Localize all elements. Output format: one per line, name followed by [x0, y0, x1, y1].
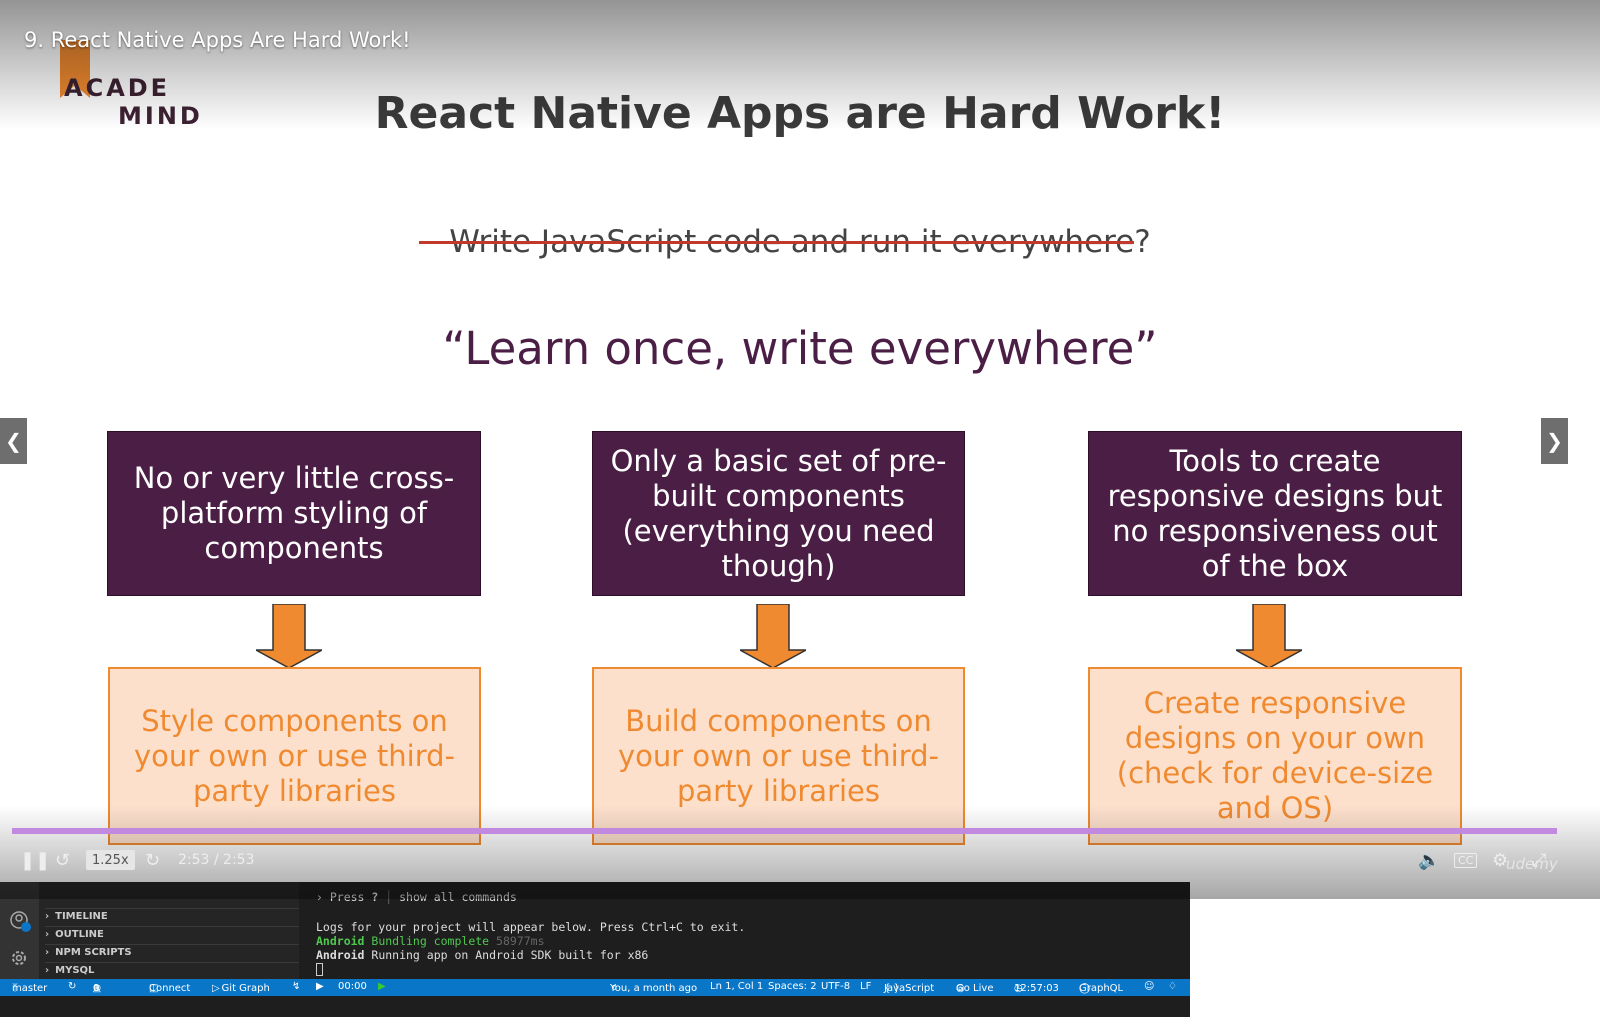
sidebar-item-mysql[interactable]: › MYSQL: [45, 962, 299, 978]
rewind-icon[interactable]: ↺: [55, 845, 70, 875]
sidebar-item-npm-scripts[interactable]: › NPM SCRIPTS: [45, 944, 299, 960]
down-arrow-icon: [1236, 604, 1302, 668]
struck-text: Write JavaScript code and run it everywh…: [419, 224, 1135, 260]
chevron-right-icon: ›: [45, 947, 50, 958]
terminal-cursor: [316, 963, 323, 976]
progress-bar[interactable]: [12, 828, 1557, 834]
prev-lecture-button[interactable]: ❮: [0, 418, 27, 464]
chevron-right-icon: ›: [45, 929, 50, 940]
sidebar-item-label: OUTLINE: [55, 929, 104, 940]
manage-gear-icon[interactable]: [9, 948, 29, 968]
feedback-icon[interactable]: ☺: [1144, 981, 1154, 992]
speed-button[interactable]: 1.25x: [86, 850, 135, 870]
sync-icon[interactable]: ↻: [68, 981, 76, 992]
chevron-right-icon: ›: [45, 965, 50, 976]
play-icon[interactable]: ▶: [316, 981, 324, 992]
sidebar-item-label: MYSQL: [55, 965, 95, 976]
terminal-log-line: Logs for your project will appear below.…: [316, 920, 746, 934]
run-icon[interactable]: ▶: [378, 981, 386, 992]
slide-title: React Native Apps are Hard Work!: [374, 88, 1226, 139]
problem-box-1: No or very little cross-platform styling…: [107, 431, 481, 596]
down-arrow-icon: [740, 604, 806, 668]
activity-bar: [0, 882, 39, 979]
blank-area: [1190, 882, 1600, 1017]
problem-box-3: Tools to create responsive designs but n…: [1088, 431, 1462, 596]
captions-icon[interactable]: CC: [1454, 845, 1478, 875]
solution-box-3: Create responsive designs on your own (c…: [1088, 667, 1462, 845]
terminal-running-line: Android Running app on Android SDK built…: [316, 948, 649, 962]
timer-status[interactable]: 00:00: [338, 981, 367, 992]
control-bar: ❚❚ ↺ 1.25x ↻ 2:53 / 2:53 🔈 CC ⚙ udemy ⤢: [0, 845, 1600, 875]
play-outline-icon: ▷: [212, 983, 220, 994]
git-graph-status[interactable]: ▷ Git Graph: [212, 981, 270, 994]
struck-line: Write JavaScript code and run it everywh…: [0, 224, 1600, 260]
problem-box-2: Only a basic set of pre-built components…: [592, 431, 965, 596]
account-icon[interactable]: [9, 910, 31, 932]
cursor-position[interactable]: Ln 1, Col 1: [710, 981, 763, 992]
lightning-icon[interactable]: ↯: [292, 981, 300, 992]
chevron-right-icon: ›: [45, 911, 50, 922]
solution-box-1: Style components on your own or use thir…: [108, 667, 481, 845]
progress-fill: [12, 828, 1557, 834]
struck-suffix: ?: [1134, 224, 1151, 260]
motto: “Learn once, write everywhere”: [442, 322, 1158, 375]
logo-line1: ACADE: [64, 74, 171, 102]
indentation[interactable]: Spaces: 2: [768, 981, 817, 992]
fullscreen-icon[interactable]: ⤢: [1532, 845, 1546, 875]
video-title: 9. React Native Apps Are Hard Work!: [24, 28, 411, 52]
encoding[interactable]: UTF-8: [821, 981, 850, 992]
video-player[interactable]: 9. React Native Apps Are Hard Work! ACAD…: [0, 0, 1600, 899]
bell-icon[interactable]: ♢: [1168, 981, 1177, 992]
next-lecture-button[interactable]: ❯: [1541, 418, 1568, 464]
explorer-sidebar: › TIMELINE › OUTLINE › NPM SCRIPTS › MYSQL: [39, 882, 299, 979]
sidebar-item-timeline[interactable]: › TIMELINE: [45, 908, 299, 924]
pause-icon[interactable]: ❚❚: [20, 845, 50, 875]
down-arrow-icon: [256, 604, 322, 668]
terminal-hint: › Press ? │ show all commands: [316, 890, 517, 904]
chevron-right-icon: ❯: [1546, 429, 1563, 453]
vscode-panel: › TIMELINE › OUTLINE › NPM SCRIPTS › MYSQL ›…: [0, 882, 1190, 1017]
eol[interactable]: LF: [860, 981, 871, 992]
sidebar-item-outline[interactable]: › OUTLINE: [45, 926, 299, 942]
sidebar-item-label: TIMELINE: [55, 911, 108, 922]
volume-icon[interactable]: 🔈: [1418, 845, 1440, 875]
timecode: 2:53 / 2:53: [178, 852, 255, 868]
terminal[interactable]: › Press ? │ show all commands Logs for y…: [300, 882, 1190, 979]
sidebar-item-label: NPM SCRIPTS: [55, 947, 132, 958]
status-bar: ᛉ master ↻ ⊗ 0 △ 0 ◫ Connect ▷ Git Graph…: [0, 979, 1190, 996]
chevron-left-icon: ❮: [5, 429, 22, 453]
terminal-bundling-line: Android Bundling complete 58977ms: [316, 934, 545, 948]
forward-icon[interactable]: ↻: [145, 845, 160, 875]
solution-box-2: Build components on your own or use thir…: [592, 667, 965, 845]
academind-logo: ACADE MIND: [60, 40, 210, 130]
logo-line2: MIND: [118, 102, 203, 130]
